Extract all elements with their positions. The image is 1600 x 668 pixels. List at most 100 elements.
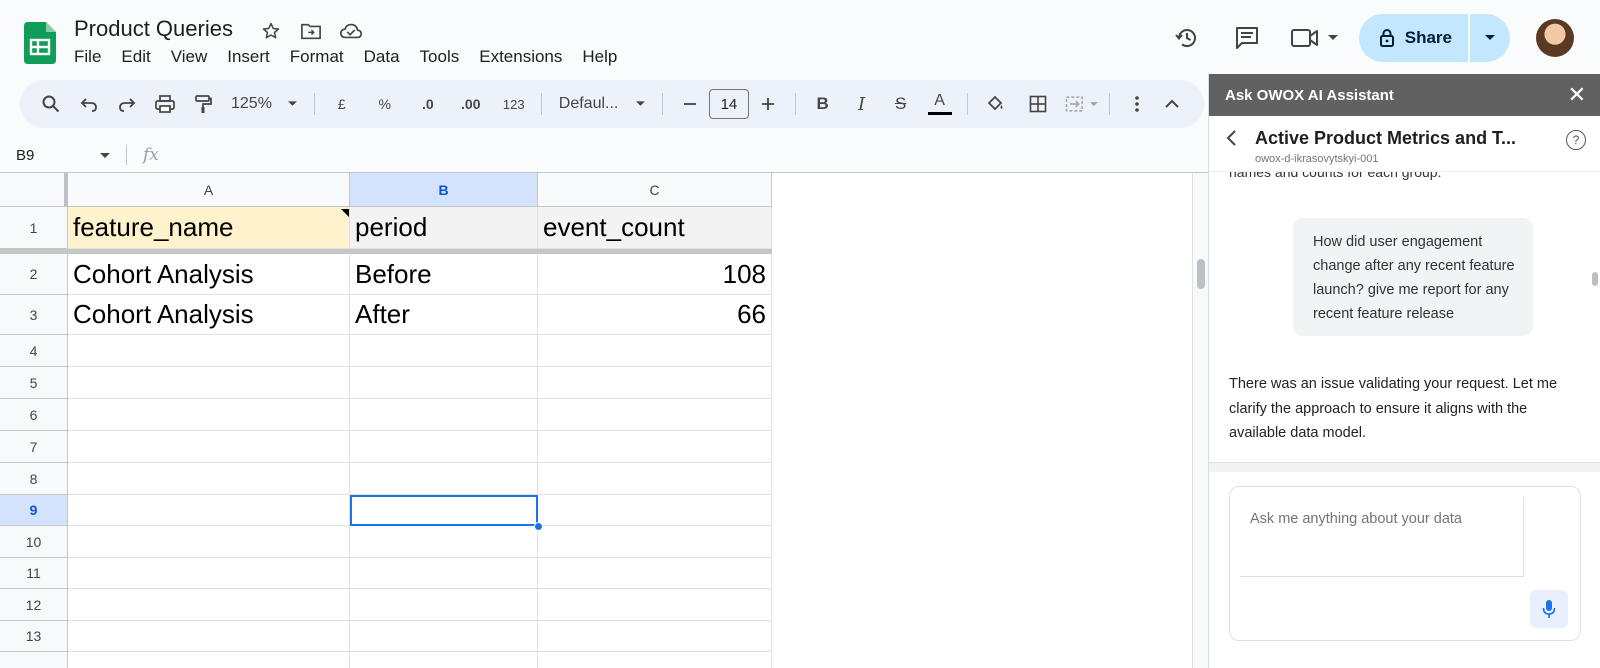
font-size-input[interactable]: 14 [709, 89, 749, 119]
mic-button[interactable] [1530, 590, 1568, 628]
row-header[interactable]: 1 [0, 207, 68, 249]
decrease-decimal-button[interactable]: .0 [412, 88, 444, 120]
row-header[interactable] [0, 652, 68, 668]
chat-input[interactable]: Ask me anything about your data [1240, 497, 1524, 577]
menu-tools[interactable]: Tools [420, 47, 468, 67]
undo-icon[interactable] [73, 88, 105, 120]
empty-cell[interactable] [350, 652, 538, 668]
redo-icon[interactable] [111, 88, 143, 120]
menu-edit[interactable]: Edit [121, 47, 158, 67]
document-title[interactable]: Product Queries [74, 16, 233, 42]
row-header[interactable]: 4 [0, 335, 68, 367]
empty-cell[interactable] [538, 621, 772, 652]
empty-cell[interactable] [68, 463, 350, 495]
menu-data[interactable]: Data [364, 47, 408, 67]
row-header[interactable]: 7 [0, 431, 68, 463]
bold-icon[interactable]: B [807, 88, 839, 120]
column-header-a[interactable]: A [68, 173, 350, 207]
borders-icon[interactable] [1022, 88, 1054, 120]
empty-cell[interactable] [68, 558, 350, 589]
empty-cell[interactable] [350, 558, 538, 589]
empty-cell[interactable] [538, 463, 772, 495]
empty-cell[interactable] [68, 399, 350, 431]
help-icon[interactable]: ? [1566, 130, 1586, 150]
empty-cell[interactable] [350, 463, 538, 495]
empty-cell[interactable] [538, 431, 772, 463]
empty-cell[interactable] [350, 335, 538, 367]
comments-icon[interactable] [1223, 14, 1271, 62]
font-family-select[interactable]: Defaul... [553, 88, 652, 120]
table-cell[interactable]: 108 [538, 254, 772, 295]
row-header[interactable]: 6 [0, 399, 68, 431]
empty-cell[interactable] [68, 621, 350, 652]
empty-cell[interactable] [68, 335, 350, 367]
column-header-b[interactable]: B [350, 173, 538, 207]
menu-extensions[interactable]: Extensions [479, 47, 570, 67]
more-options-icon[interactable] [1121, 88, 1153, 120]
table-header-cell[interactable]: event_count [538, 207, 772, 249]
row-header[interactable]: 9 [0, 495, 68, 526]
paint-format-icon[interactable] [187, 88, 219, 120]
zoom-select[interactable]: 125% [225, 88, 303, 120]
chat-history[interactable]: names and counts for each group. How did… [1209, 172, 1600, 462]
table-header-cell[interactable]: period [350, 207, 538, 249]
percent-format-button[interactable]: % [369, 88, 401, 120]
row-header[interactable]: 12 [0, 589, 68, 621]
table-header-cell[interactable]: feature_name [68, 207, 350, 249]
avatar[interactable] [1536, 19, 1574, 57]
table-cell[interactable]: After [350, 295, 538, 335]
sheets-logo-icon[interactable] [24, 22, 56, 64]
empty-cell[interactable] [538, 652, 772, 668]
empty-cell[interactable] [350, 621, 538, 652]
menu-file[interactable]: File [74, 47, 109, 67]
star-icon[interactable] [256, 18, 286, 44]
meet-video-icon[interactable] [1283, 14, 1345, 62]
row-header[interactable]: 13 [0, 621, 68, 652]
conversation-title[interactable]: Active Product Metrics and T... [1255, 128, 1516, 149]
table-cell[interactable]: Cohort Analysis [68, 254, 350, 295]
row-header[interactable]: 11 [0, 558, 68, 589]
back-arrow-icon[interactable] [1225, 129, 1255, 153]
table-cell[interactable]: 66 [538, 295, 772, 335]
close-icon[interactable]: ✕ [1568, 82, 1586, 108]
empty-cell[interactable] [538, 526, 772, 558]
active-cell-selection[interactable] [350, 495, 538, 526]
increase-font-size-icon[interactable] [752, 88, 784, 120]
move-folder-icon[interactable] [296, 18, 326, 44]
empty-cell[interactable] [538, 367, 772, 399]
menu-help[interactable]: Help [582, 47, 625, 67]
print-icon[interactable] [149, 88, 181, 120]
merge-cells-icon[interactable] [1065, 88, 1099, 120]
name-box[interactable]: B9 [0, 147, 120, 164]
menu-insert[interactable]: Insert [227, 47, 278, 67]
menu-view[interactable]: View [171, 47, 216, 67]
menu-format[interactable]: Format [290, 47, 352, 67]
empty-cell[interactable] [68, 589, 350, 621]
scrollbar-thumb[interactable] [1197, 259, 1205, 289]
empty-cell[interactable] [350, 399, 538, 431]
empty-cell[interactable] [350, 367, 538, 399]
empty-cell[interactable] [350, 526, 538, 558]
chat-scrollbar-thumb[interactable] [1592, 272, 1598, 286]
empty-cell[interactable] [538, 589, 772, 621]
empty-cell[interactable] [68, 367, 350, 399]
collapse-menus-icon[interactable] [1156, 88, 1188, 120]
currency-format-button[interactable]: £ [326, 88, 358, 120]
fill-color-icon[interactable] [979, 88, 1011, 120]
empty-cell[interactable] [68, 526, 350, 558]
strikethrough-icon[interactable]: S [885, 88, 917, 120]
row-header[interactable]: 5 [0, 367, 68, 399]
version-history-icon[interactable] [1163, 14, 1211, 62]
empty-cell[interactable] [538, 399, 772, 431]
empty-cell[interactable] [68, 431, 350, 463]
row-header[interactable]: 10 [0, 526, 68, 558]
decrease-font-size-icon[interactable] [674, 88, 706, 120]
search-menus-icon[interactable] [35, 88, 67, 120]
empty-cell[interactable] [538, 335, 772, 367]
share-button[interactable]: Share [1358, 14, 1468, 62]
empty-cell[interactable] [68, 652, 350, 668]
column-header-c[interactable]: C [538, 173, 772, 207]
increase-decimal-button[interactable]: .00 [455, 88, 487, 120]
empty-cell[interactable] [538, 495, 772, 526]
cloud-saved-icon[interactable] [336, 18, 366, 44]
